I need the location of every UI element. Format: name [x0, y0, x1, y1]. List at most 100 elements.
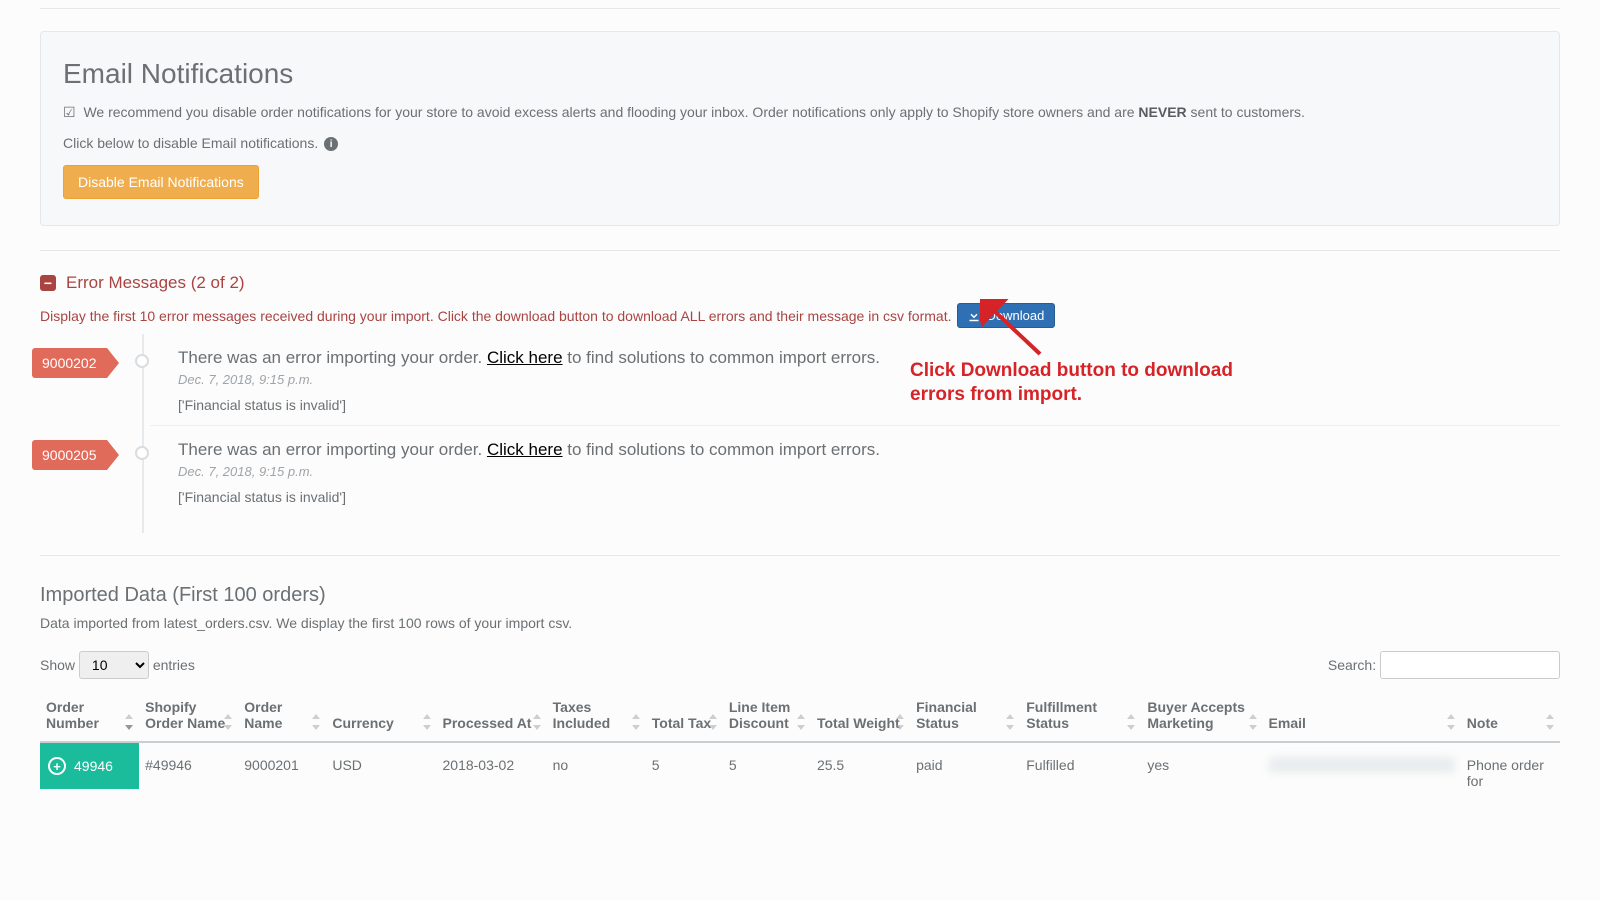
error-header-text: Error Messages (2 of 2) — [66, 273, 245, 293]
page-size-select[interactable]: 10 — [79, 651, 149, 679]
cell-taxes-included: no — [547, 742, 646, 803]
col-processed-at[interactable]: Processed At — [437, 691, 547, 742]
col-shopify-order-name[interactable]: Shopify Order Name — [139, 691, 238, 742]
col-label: Buyer Accepts Marketing — [1147, 699, 1245, 731]
error-messages-section: − Error Messages (2 of 2) Display the fi… — [40, 273, 1560, 533]
error-item: 9000202 There was an error importing you… — [150, 334, 1560, 426]
sort-icon — [531, 713, 543, 731]
order-tag[interactable]: 9000202 — [32, 348, 107, 378]
order-number-value: 49946 — [74, 758, 113, 774]
col-fulfillment-status[interactable]: Fulfillment Status — [1020, 691, 1141, 742]
show-label: Show — [40, 657, 75, 673]
order-tag[interactable]: 9000205 — [32, 440, 107, 470]
imported-subtitle: Data imported from latest_orders.csv. We… — [40, 615, 1560, 631]
col-label: Total Weight — [817, 715, 900, 731]
error-title-pre: There was an error importing your order. — [178, 440, 487, 459]
error-title: There was an error importing your order.… — [178, 348, 1560, 368]
error-title-pre: There was an error importing your order. — [178, 348, 487, 367]
col-label: Line Item Discount — [729, 699, 790, 731]
sort-icon — [1247, 713, 1259, 731]
search-input[interactable] — [1380, 651, 1560, 679]
table-header-row: Order Number Shopify Order Name Order Na… — [40, 691, 1560, 742]
expand-row-icon[interactable]: + — [48, 757, 66, 775]
page-size-control: Show 10 entries — [40, 651, 195, 679]
error-section-header[interactable]: − Error Messages (2 of 2) — [40, 273, 1560, 293]
cell-shopify-order-name: #49946 — [139, 742, 238, 803]
disable-email-button[interactable]: Disable Email Notifications — [63, 165, 259, 199]
cell-order-name: 9000201 — [238, 742, 326, 803]
sort-icon — [1125, 713, 1137, 731]
imported-title: Imported Data (First 100 orders) — [40, 584, 1560, 607]
cell-note: Phone order for — [1461, 742, 1560, 803]
error-description-text: Display the first 10 error messages rece… — [40, 308, 951, 324]
sort-icon — [630, 713, 642, 731]
col-label: Currency — [332, 715, 393, 731]
imported-data-section: Imported Data (First 100 orders) Data im… — [40, 584, 1560, 803]
cell-total-tax: 5 — [646, 742, 723, 803]
error-item: 9000205 There was an error importing you… — [150, 426, 1560, 533]
timeline-dot — [135, 354, 149, 368]
search-label: Search: — [1328, 657, 1376, 673]
notification-advice-line: ☑ We recommend you disable order notific… — [63, 104, 1537, 121]
advice-subline: Click below to disable Email notificatio… — [63, 135, 1537, 151]
col-label: Financial Status — [916, 699, 977, 731]
sort-icon — [222, 713, 234, 731]
error-description-line: Display the first 10 error messages rece… — [40, 303, 1560, 328]
advice-text-pre: We recommend you disable order notificat… — [83, 104, 1138, 120]
section-divider-2 — [40, 555, 1560, 556]
error-detail: ['Financial status is invalid'] — [178, 489, 1560, 505]
sort-icon — [894, 713, 906, 731]
cell-financial-status: paid — [910, 742, 1020, 803]
section-divider-1 — [40, 250, 1560, 251]
col-label: Order Name — [244, 699, 282, 731]
col-order-name[interactable]: Order Name — [238, 691, 326, 742]
top-divider — [40, 8, 1560, 9]
col-order-number[interactable]: Order Number — [40, 691, 139, 742]
col-label: Total Tax — [652, 715, 711, 731]
sort-icon — [123, 713, 135, 731]
panel-title: Email Notifications — [63, 58, 1537, 90]
error-title-post: to find solutions to common import error… — [563, 440, 880, 459]
col-currency[interactable]: Currency — [326, 691, 436, 742]
cell-email — [1263, 742, 1461, 803]
error-title-post: to find solutions to common import error… — [563, 348, 880, 367]
col-label: Email — [1269, 715, 1306, 731]
cell-processed-at: 2018-03-02 — [437, 742, 547, 803]
download-errors-button[interactable]: Download — [957, 303, 1055, 328]
sort-icon — [310, 713, 322, 731]
col-label: Fulfillment Status — [1026, 699, 1097, 731]
checkbox-icon[interactable]: ☑ — [63, 104, 76, 120]
advice-text-post: sent to customers. — [1187, 104, 1305, 120]
sort-icon — [707, 713, 719, 731]
col-label: Order Number — [46, 699, 99, 731]
sort-icon — [1544, 713, 1556, 731]
col-note[interactable]: Note — [1461, 691, 1560, 742]
collapse-icon[interactable]: − — [40, 275, 56, 291]
sort-icon — [1445, 713, 1457, 731]
table-controls: Show 10 entries Search: — [40, 651, 1560, 679]
col-email[interactable]: Email — [1263, 691, 1461, 742]
col-line-item-discount[interactable]: Line Item Discount — [723, 691, 811, 742]
imported-data-table: Order Number Shopify Order Name Order Na… — [40, 691, 1560, 803]
error-help-link[interactable]: Click here — [487, 348, 563, 367]
info-icon[interactable]: i — [324, 137, 338, 151]
cell-line-item-discount: 5 — [723, 742, 811, 803]
cell-currency: USD — [326, 742, 436, 803]
col-buyer-accepts-marketing[interactable]: Buyer Accepts Marketing — [1141, 691, 1262, 742]
col-taxes-included[interactable]: Taxes Included — [547, 691, 646, 742]
email-notifications-panel: Email Notifications ☑ We recommend you d… — [40, 31, 1560, 226]
cell-order-number[interactable]: + 49946 — [40, 742, 139, 803]
error-title: There was an error importing your order.… — [178, 440, 1560, 460]
download-label: Download — [986, 308, 1044, 323]
subline-text: Click below to disable Email notificatio… — [63, 135, 318, 151]
timeline-dot — [135, 446, 149, 460]
col-total-tax[interactable]: Total Tax — [646, 691, 723, 742]
cell-total-weight: 25.5 — [811, 742, 910, 803]
col-label: Note — [1467, 715, 1498, 731]
sort-icon — [1004, 713, 1016, 731]
download-icon — [968, 310, 980, 322]
col-financial-status[interactable]: Financial Status — [910, 691, 1020, 742]
error-help-link[interactable]: Click here — [487, 440, 563, 459]
col-total-weight[interactable]: Total Weight — [811, 691, 910, 742]
col-label: Taxes Included — [553, 699, 611, 731]
